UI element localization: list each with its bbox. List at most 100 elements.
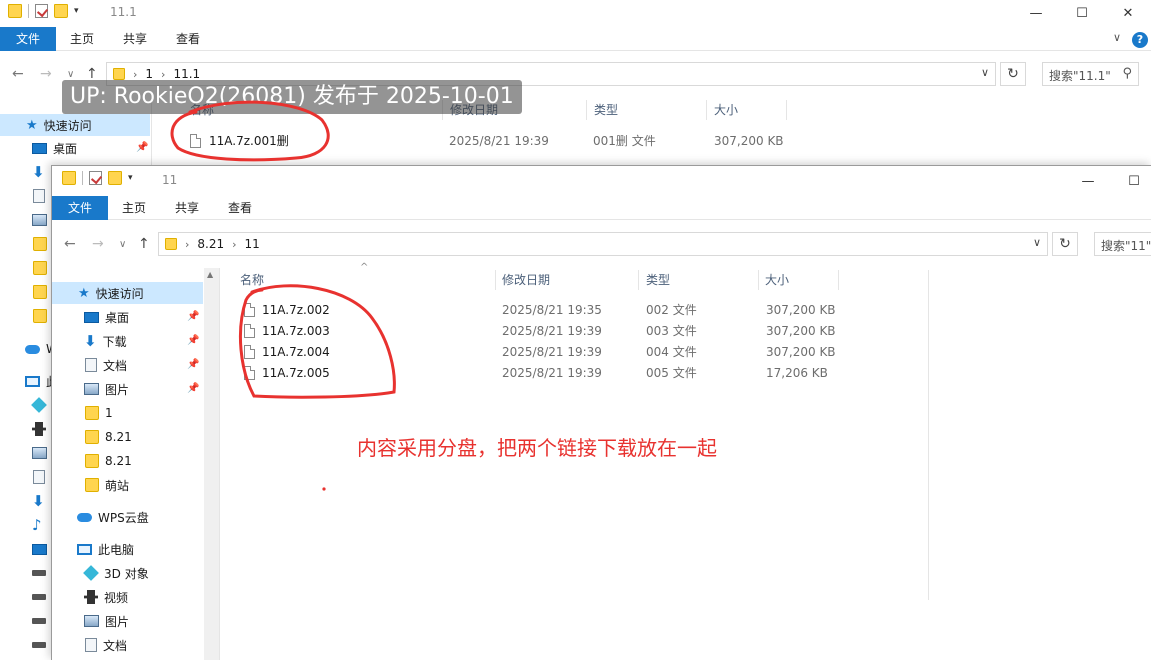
- sidebar-scrollbar[interactable]: ▲: [204, 268, 219, 660]
- file-name: 11A.7z.003: [262, 323, 330, 338]
- drive-icon: [32, 618, 46, 624]
- sidebar-item-folder-mengzhan[interactable]: 萌站: [85, 474, 129, 496]
- document-icon: [85, 638, 97, 652]
- forward-arrow-icon[interactable]: →: [40, 66, 52, 82]
- close-button[interactable]: ✕: [1105, 0, 1151, 26]
- navigation-bar: ← → ∨ ↑ › 8.21 › 11 ∨ ↻ 搜索"11": [52, 230, 1151, 258]
- search-input[interactable]: 搜索"11.1" ⚲: [1042, 62, 1139, 86]
- recent-dropdown-icon[interactable]: ∨: [119, 239, 126, 250]
- sidebar-item-downloads[interactable]: ⬇ 下载: [84, 330, 127, 352]
- file-size: 307,200 KB: [714, 133, 784, 148]
- search-input[interactable]: 搜索"11": [1094, 232, 1151, 256]
- tab-share[interactable]: 共享: [113, 27, 157, 51]
- file-size: 307,200 KB: [766, 302, 836, 317]
- folder-icon: [8, 4, 22, 18]
- file-name: 11A.7z.005: [262, 365, 330, 380]
- sidebar-item-pictures[interactable]: 图片: [84, 378, 129, 400]
- refresh-button[interactable]: ↻: [1000, 62, 1026, 86]
- file-type: 005 文件: [646, 366, 697, 380]
- desktop-icon: [32, 142, 47, 154]
- new-folder-icon[interactable]: [108, 171, 122, 185]
- computer-icon: [25, 375, 40, 387]
- sidebar-item-folder-1[interactable]: 1: [85, 402, 113, 424]
- minimize-button[interactable]: —: [1065, 168, 1111, 194]
- ribbon-tabs: 文件 主页 共享 查看 ∨ ?: [0, 27, 1151, 51]
- folder-icon: [85, 430, 99, 444]
- up-arrow-icon[interactable]: ↑: [138, 236, 150, 252]
- column-header-type[interactable]: 类型: [594, 99, 618, 121]
- file-icon: [244, 344, 255, 359]
- breadcrumb-item[interactable]: 11: [245, 237, 260, 251]
- sidebar-item-pictures[interactable]: 图片: [84, 610, 129, 632]
- help-icon[interactable]: ?: [1132, 32, 1148, 48]
- pin-icon: 📌: [187, 335, 200, 346]
- maximize-button[interactable]: ☐: [1059, 0, 1105, 26]
- back-arrow-icon[interactable]: ←: [64, 236, 76, 252]
- sidebar-item-this-pc[interactable]: 此电脑: [77, 538, 134, 560]
- scroll-up-icon[interactable]: ▲: [207, 270, 213, 279]
- sidebar-item-quick-access[interactable]: ★ 快速访问: [0, 114, 150, 136]
- maximize-button[interactable]: ☐: [1111, 168, 1151, 194]
- column-header-type[interactable]: 类型: [646, 269, 670, 291]
- sidebar-item-documents[interactable]: 文档: [85, 354, 127, 376]
- column-header-size[interactable]: 大小: [765, 269, 789, 291]
- address-dropdown-icon[interactable]: ∨: [1033, 236, 1041, 249]
- star-icon: ★: [26, 117, 38, 133]
- file-type: 002 文件: [646, 303, 697, 317]
- breadcrumb-item[interactable]: 8.21: [197, 237, 224, 251]
- back-arrow-icon[interactable]: ←: [12, 66, 24, 82]
- customize-dropdown-icon[interactable]: ▾: [128, 173, 133, 183]
- file-row[interactable]: 11A.7z.001删 2025/8/21 19:39 001删 文件 307,…: [190, 130, 790, 151]
- breadcrumb-item[interactable]: 11.1: [173, 67, 200, 81]
- recent-dropdown-icon[interactable]: ∨: [67, 69, 74, 80]
- file-row[interactable]: 11A.7z.003 2025/8/21 19:39 003 文件 307,20…: [244, 320, 844, 341]
- tab-share[interactable]: 共享: [165, 196, 209, 220]
- file-row[interactable]: 11A.7z.002 2025/8/21 19:35 002 文件 307,20…: [244, 299, 844, 320]
- pin-icon: 📌: [136, 142, 149, 153]
- properties-icon[interactable]: [89, 171, 102, 185]
- folder-icon: [165, 238, 177, 250]
- pin-icon: 📌: [187, 311, 200, 322]
- file-icon: [244, 302, 255, 317]
- breadcrumb-item[interactable]: 1: [145, 67, 153, 81]
- sidebar-item-desktop[interactable]: 桌面: [32, 137, 77, 159]
- tab-file[interactable]: 文件: [52, 196, 108, 220]
- tab-home[interactable]: 主页: [60, 27, 104, 51]
- new-folder-icon[interactable]: [54, 4, 68, 18]
- address-bar[interactable]: › 8.21 › 11 ∨: [158, 232, 1048, 256]
- customize-dropdown-icon[interactable]: ▾: [74, 6, 79, 16]
- sidebar-item-folder-821[interactable]: 8.21: [85, 426, 132, 448]
- tab-file[interactable]: 文件: [0, 27, 56, 51]
- sidebar-item-videos[interactable]: 视频: [84, 586, 128, 608]
- sidebar-item-desktop[interactable]: 桌面: [84, 306, 129, 328]
- column-header-date[interactable]: 修改日期: [502, 269, 550, 291]
- tab-home[interactable]: 主页: [112, 196, 156, 220]
- sidebar-item-3d-objects[interactable]: 3D 对象: [83, 562, 149, 584]
- tab-view[interactable]: 查看: [218, 196, 262, 220]
- file-size: 17,206 KB: [766, 365, 828, 380]
- sidebar-item-quick-access[interactable]: ★ 快速访问: [52, 282, 203, 304]
- ribbon-expand-icon[interactable]: ∨: [1113, 31, 1121, 44]
- desktop-icon: [32, 543, 47, 555]
- column-header-name[interactable]: 名称: [240, 269, 264, 291]
- file-row[interactable]: 11A.7z.004 2025/8/21 19:39 004 文件 307,20…: [244, 341, 844, 362]
- properties-icon[interactable]: [35, 4, 48, 18]
- folder-icon: [33, 237, 47, 251]
- sidebar-item-wps-cloud[interactable]: WPS云盘: [77, 506, 149, 528]
- sidebar-item-folder-821[interactable]: 8.21: [85, 450, 132, 472]
- file-row[interactable]: 11A.7z.005 2025/8/21 19:39 005 文件 17,206…: [244, 362, 844, 383]
- drive-icon: [32, 570, 46, 576]
- column-header-size[interactable]: 大小: [714, 99, 738, 121]
- file-name: 11A.7z.001删: [209, 134, 289, 148]
- sidebar-item-documents[interactable]: 文档: [85, 634, 127, 656]
- tab-view[interactable]: 查看: [166, 27, 210, 51]
- file-name: 11A.7z.002: [262, 302, 330, 317]
- refresh-button[interactable]: ↻: [1052, 232, 1078, 256]
- quick-access-toolbar: ▾: [62, 171, 133, 185]
- address-dropdown-icon[interactable]: ∨: [981, 66, 989, 79]
- minimize-button[interactable]: —: [1013, 0, 1059, 26]
- folder-icon: [33, 309, 47, 323]
- forward-arrow-icon[interactable]: →: [92, 236, 104, 252]
- picture-icon: [32, 447, 47, 459]
- folder-icon: [113, 68, 125, 80]
